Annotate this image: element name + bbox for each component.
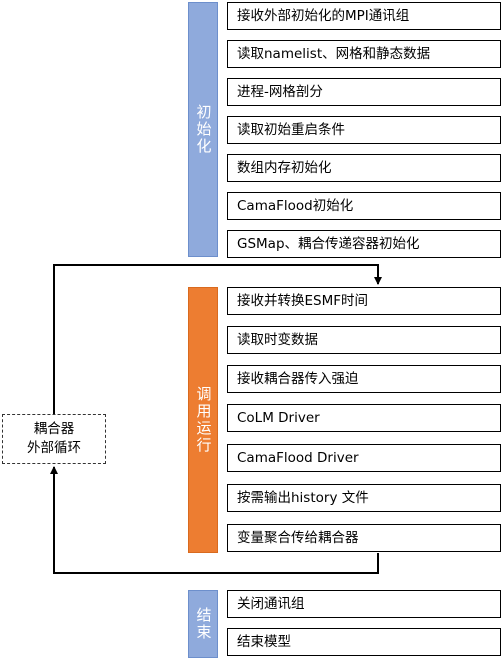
coupler-loop-line2: 外部循环: [27, 440, 81, 456]
loop-arrows: [50, 264, 382, 574]
coupler-loop-line1: 耦合器: [33, 421, 75, 437]
loop-top-arrow: [53, 264, 382, 414]
coupler-loop-box: 耦合器 外部循环: [2, 414, 106, 464]
loop-bottom-arrow: [50, 466, 379, 574]
